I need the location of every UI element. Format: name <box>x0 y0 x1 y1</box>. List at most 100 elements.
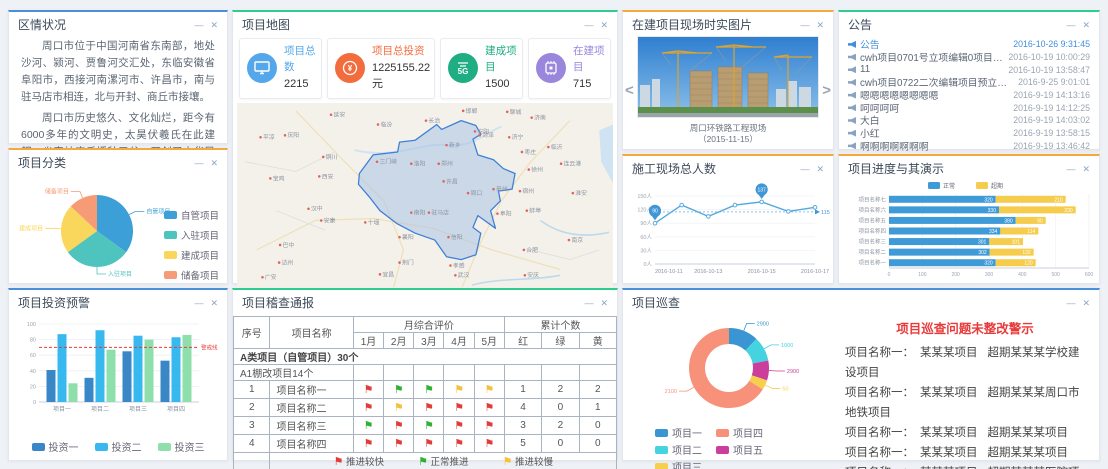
svg-text:宝鸡: 宝鸡 <box>273 174 285 182</box>
data-point[interactable] <box>813 206 817 210</box>
legend-item[interactable]: 项目一 <box>655 425 702 440</box>
bar[interactable] <box>107 350 116 402</box>
minimize-icon[interactable]: — <box>800 20 809 30</box>
flag-icon: ⚑ <box>454 402 464 414</box>
svg-text:320: 320 <box>984 261 993 267</box>
bar[interactable] <box>161 361 170 402</box>
close-icon[interactable]: ✕ <box>1082 298 1090 308</box>
data-point[interactable] <box>680 203 684 207</box>
bar[interactable] <box>58 334 67 402</box>
carousel-prev-arrow[interactable]: < <box>625 82 634 99</box>
city-dot <box>474 130 477 133</box>
legend-item[interactable]: 投资二 <box>95 439 142 454</box>
minimize-icon[interactable]: — <box>1066 298 1075 308</box>
minimize-icon[interactable]: — <box>194 20 203 30</box>
stat-card[interactable]: 项目总数2215 <box>239 38 322 99</box>
announcement-item[interactable]: cwh项目0722二次编辑项目预立项状态改变为..2016-9-25 9:01:… <box>848 76 1090 89</box>
svg-text:301: 301 <box>978 240 987 246</box>
announcement-item[interactable]: 大白2016-9-19 14:03:02 <box>848 114 1090 127</box>
bar[interactable] <box>145 340 154 402</box>
city-dot <box>447 236 450 239</box>
legend-item[interactable]: 项目五 <box>716 442 763 457</box>
svg-text:项目三: 项目三 <box>129 406 147 413</box>
minimize-icon[interactable]: — <box>1066 20 1075 30</box>
announcement-item[interactable]: 啊啊啊啊啊啊啊2016-9-19 13:46:42 <box>848 140 1090 153</box>
bar[interactable] <box>85 378 94 402</box>
bar[interactable] <box>47 370 56 402</box>
svg-text:蚌埠: 蚌埠 <box>529 206 541 214</box>
bar[interactable] <box>69 383 78 402</box>
data-point[interactable] <box>733 203 737 207</box>
svg-text:信阳: 信阳 <box>451 233 463 241</box>
minimize-icon[interactable]: — <box>1066 164 1075 174</box>
data-point[interactable] <box>707 215 711 219</box>
stat-card-value: 1500 <box>485 76 518 93</box>
stacked-bar-segment[interactable] <box>889 228 1000 235</box>
legend-item[interactable]: 项目二 <box>655 442 702 457</box>
announcement-time: 2016-10-26 9:31:45 <box>1013 39 1090 49</box>
stacked-bar-segment[interactable] <box>889 249 990 256</box>
legend-item[interactable]: 自管项目 <box>164 208 219 222</box>
close-icon[interactable]: ✕ <box>210 20 218 30</box>
announcement-item[interactable]: 嗯嗯嗯嗯嗯嗯嗯嗯2016-9-19 14:13:16 <box>848 89 1090 102</box>
stat-card[interactable]: 5G建成项目1500 <box>440 38 523 99</box>
legend-swatch[interactable] <box>928 182 940 189</box>
panel-header: 项目投资预警 —✕ <box>9 290 227 314</box>
close-icon[interactable]: ✕ <box>1082 20 1090 30</box>
legend-item[interactable]: 投资三 <box>158 439 205 454</box>
flag-legend-item: ⚑ 正常推进 <box>418 454 469 468</box>
legend-item[interactable]: 项目四 <box>716 425 763 440</box>
stacked-bar-segment[interactable] <box>889 217 1016 224</box>
close-icon[interactable]: ✕ <box>1082 164 1090 174</box>
5g-icon: 5G <box>448 53 478 83</box>
close-icon[interactable]: ✕ <box>210 298 218 308</box>
construction-site-photo[interactable] <box>637 36 819 118</box>
stacked-bar-segment[interactable] <box>889 196 996 203</box>
stacked-bar-segment[interactable] <box>889 259 996 266</box>
close-icon[interactable]: ✕ <box>210 158 218 168</box>
city-dot <box>279 243 282 246</box>
legend-item[interactable]: 项目三 <box>655 459 702 469</box>
minimize-icon[interactable]: — <box>584 298 593 308</box>
close-icon[interactable]: ✕ <box>816 164 824 174</box>
legend-item[interactable]: 储备项目 <box>164 268 219 282</box>
close-icon[interactable]: ✕ <box>600 298 608 308</box>
svg-text:合肥: 合肥 <box>526 246 538 254</box>
close-icon[interactable]: ✕ <box>600 20 608 30</box>
legend-item[interactable]: 投资一 <box>32 439 79 454</box>
announcement-icon <box>848 54 856 61</box>
data-point[interactable] <box>760 200 764 204</box>
panel-region-status: 区情状况 —✕ 周口市位于中国河南省东南部，地处沙河、颍河、贾鲁河交汇处，东临安… <box>8 10 228 144</box>
bar[interactable] <box>183 335 192 402</box>
svg-text:230: 230 <box>1064 208 1073 214</box>
stat-card[interactable]: 在建项目715 <box>528 38 611 99</box>
data-point[interactable] <box>787 210 791 214</box>
minimize-icon[interactable]: — <box>584 20 593 30</box>
announcement-item[interactable]: 公告2016-10-26 9:31:45 <box>848 38 1090 51</box>
bar[interactable] <box>96 330 105 402</box>
announcement-item[interactable]: 小红2016-9-19 13:58:15 <box>848 127 1090 140</box>
minimize-icon[interactable]: — <box>800 164 809 174</box>
stat-card[interactable]: ¥项目总投资1225155.22元 <box>327 38 435 99</box>
stacked-bar-segment[interactable] <box>889 206 999 213</box>
minimize-icon[interactable]: — <box>194 158 203 168</box>
province-map[interactable]: 延安临汾长治邯郸聊城济南菏泽济宁枣庄临沂连云港徐州宿州淮安蚌埠南京合肥安庆武汉孝… <box>236 103 614 289</box>
city-dot <box>449 264 452 267</box>
close-icon[interactable]: ✕ <box>816 20 824 30</box>
data-point[interactable] <box>653 221 657 225</box>
city-dot <box>519 190 522 193</box>
announcement-item[interactable]: 112016-10-19 13:58:47 <box>848 63 1090 76</box>
announcement-item[interactable]: 呵呵呵呵2016-9-19 14:12:25 <box>848 101 1090 114</box>
bar[interactable] <box>123 351 132 402</box>
bar[interactable] <box>134 336 143 402</box>
announcement-item[interactable]: cwh项目0701号立项编辑0项目预立项状态改变..2016-10-19 10:… <box>848 51 1090 64</box>
stacked-bar-segment[interactable] <box>889 238 989 245</box>
svg-text:项目四: 项目四 <box>167 406 185 413</box>
legend-swatch[interactable] <box>976 182 988 189</box>
legend-item[interactable]: 入驻项目 <box>164 228 219 242</box>
minimize-icon[interactable]: — <box>194 298 203 308</box>
svg-text:200: 200 <box>951 272 960 278</box>
flag-icon: ⚑ <box>394 420 404 432</box>
legend-item[interactable]: 建成项目 <box>164 248 219 262</box>
carousel-next-arrow[interactable]: > <box>822 82 831 99</box>
